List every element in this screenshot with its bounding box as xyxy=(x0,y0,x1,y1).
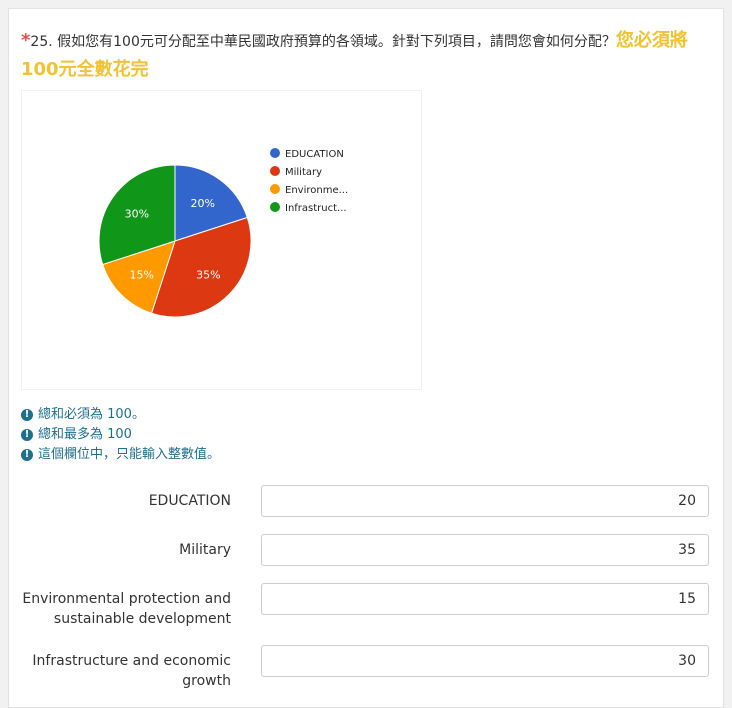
legend-marker-3 xyxy=(270,202,280,212)
pie-slice-label-1: 35% xyxy=(196,268,220,281)
tip-sum-equal: ! 總和必須為 100。 xyxy=(21,405,220,425)
legend-label-1: Military xyxy=(285,167,322,178)
infrastructure-input[interactable] xyxy=(261,645,709,677)
row-label-line: Infrastructure and economic xyxy=(32,653,231,669)
required-asterisk: * xyxy=(21,30,31,51)
row-label: Environmental protection and sustainable… xyxy=(11,589,231,629)
legend-label-3: Infrastruct... xyxy=(285,203,347,214)
legend-marker-1 xyxy=(270,166,280,176)
question-card: *25. 假如您有100元可分配至中華民國政府預算的各領域。針對下列項目，請問您… xyxy=(8,8,724,708)
row-label: EDUCATION xyxy=(11,491,231,511)
alert-icon: ! xyxy=(21,449,33,461)
legend-label-0: EDUCATION xyxy=(285,149,344,160)
row-label-line: sustainable development xyxy=(53,611,231,627)
education-input[interactable] xyxy=(261,485,709,517)
row-label-line: growth xyxy=(182,673,231,689)
row-label-line: Military xyxy=(179,542,231,558)
pie-slice-label-0: 20% xyxy=(190,197,214,210)
pie-slice-label-3: 30% xyxy=(125,207,149,220)
pie-slice-label-2: 15% xyxy=(129,268,153,281)
row-label-line: EDUCATION xyxy=(148,493,231,509)
legend-marker-2 xyxy=(270,184,280,194)
alert-icon: ! xyxy=(21,409,33,421)
pie-chart-svg: 20% 35% 15% 30% EDUCATION Military Environme..… xyxy=(98,148,348,318)
environment-input[interactable] xyxy=(261,583,709,615)
row-label-line: Environmental protection and xyxy=(22,591,231,607)
tip-integer-only: ! 這個欄位中，只能輸入整數值。 xyxy=(21,445,220,465)
tip-text: 總和必須為 100。 xyxy=(38,407,145,422)
tip-text: 這個欄位中，只能輸入整數值。 xyxy=(38,447,221,462)
military-input[interactable] xyxy=(261,534,709,566)
tip-sum-max: ! 總和最多為 100 xyxy=(21,425,220,445)
tip-text: 總和最多為 100 xyxy=(38,427,132,442)
alert-icon: ! xyxy=(21,429,33,441)
question-text: *25. 假如您有100元可分配至中華民國政府預算的各領域。針對下列項目，請問您… xyxy=(21,27,711,85)
validation-tips: ! 總和必須為 100。 ! 總和最多為 100 ! 這個欄位中，只能輸入整數值… xyxy=(21,405,220,465)
row-label: Infrastructure and economic growth xyxy=(11,651,231,691)
row-label: Military xyxy=(11,540,231,560)
allocation-pie-chart: 20% 35% 15% 30% EDUCATION Military Environme..… xyxy=(21,90,422,390)
legend-marker-0 xyxy=(270,148,280,158)
legend-label-2: Environme... xyxy=(285,185,348,196)
question-body: 25. 假如您有100元可分配至中華民國政府預算的各領域。針對下列項目，請問您會… xyxy=(30,34,616,50)
